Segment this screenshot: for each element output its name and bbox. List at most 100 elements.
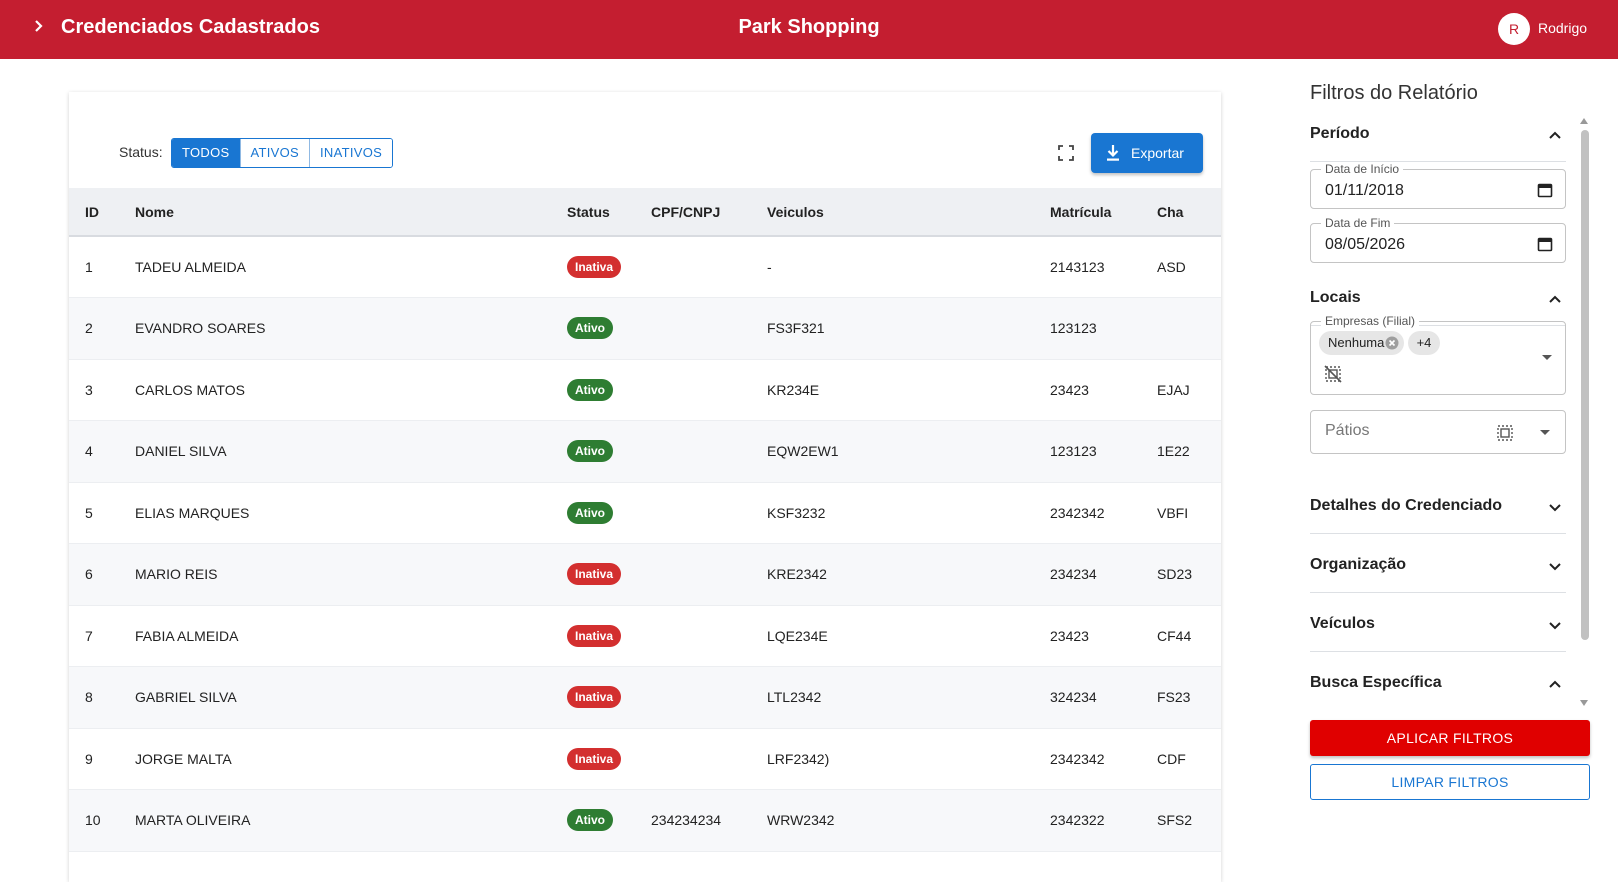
chevron-up-icon bbox=[1549, 680, 1561, 688]
clear-filters-button[interactable]: LIMPAR FILTROS bbox=[1310, 764, 1590, 800]
cell-nome: JORGE MALTA bbox=[135, 728, 567, 790]
export-label: Exportar bbox=[1131, 145, 1184, 161]
deselect-all-icon[interactable] bbox=[1323, 364, 1343, 384]
section-periodo[interactable]: Período bbox=[1310, 112, 1566, 162]
status-badge: Ativo bbox=[567, 501, 613, 524]
chip-remove-icon[interactable] bbox=[1385, 336, 1399, 350]
cell-id: 3 bbox=[69, 359, 135, 421]
fullscreen-icon[interactable] bbox=[1056, 143, 1076, 163]
avatar[interactable]: R bbox=[1498, 13, 1530, 45]
table-row[interactable]: 5 ELIAS MARQUES Ativo KSF3232 2342342 VBFI bbox=[69, 482, 1221, 544]
section-organizacao[interactable]: Organização bbox=[1310, 543, 1566, 593]
table-row[interactable]: 4 DANIEL SILVA Ativo EQW2EW1 123123 1E22 bbox=[69, 420, 1221, 483]
table-row[interactable]: 1 TADEU ALMEIDA Inativa -2143123 ASD bbox=[69, 236, 1221, 298]
table-row[interactable]: 7 FABIA ALMEIDA Inativa LQE234E 23423 CF44 bbox=[69, 605, 1221, 667]
cell-status: Inativa bbox=[567, 605, 651, 667]
section-veiculos[interactable]: Veículos bbox=[1310, 602, 1566, 652]
cell-status: Inativa bbox=[567, 236, 651, 298]
empresas-select[interactable]: Empresas (Filial) Nenhuma +4 bbox=[1310, 314, 1566, 395]
calendar-icon[interactable] bbox=[1537, 236, 1553, 252]
empresa-chip[interactable]: Nenhuma bbox=[1319, 331, 1404, 355]
cell-matricula: 23423 bbox=[1050, 605, 1157, 667]
column-header-nome[interactable]: Nome bbox=[135, 188, 567, 237]
toggle-inativos[interactable]: INATIVOS bbox=[310, 139, 393, 167]
chevron-up-icon bbox=[1549, 295, 1561, 303]
cell-matricula: 123123 bbox=[1050, 297, 1157, 360]
empresas-label: Empresas (Filial) bbox=[1321, 314, 1420, 328]
toggle-ativos[interactable]: ATIVOS bbox=[240, 139, 311, 167]
dropdown-arrow-icon[interactable] bbox=[1541, 354, 1553, 362]
apply-filters-button[interactable]: APLICAR FILTROS bbox=[1310, 720, 1590, 756]
status-badge: Inativa bbox=[567, 686, 622, 709]
cell-id: 8 bbox=[69, 666, 135, 729]
cell-cpf bbox=[651, 420, 767, 483]
scrollbar-thumb[interactable] bbox=[1581, 130, 1589, 640]
patios-select[interactable]: Pátios bbox=[1310, 410, 1566, 454]
section-busca[interactable]: Busca Específica bbox=[1310, 661, 1566, 708]
cell-veiculos: FS3F321 bbox=[767, 297, 1050, 360]
cell-nome: MARIO REIS bbox=[135, 543, 567, 606]
column-header-chave[interactable]: Cha bbox=[1157, 188, 1221, 237]
cell-cpf bbox=[651, 605, 767, 667]
table-row[interactable]: 9 JORGE MALTA Inativa LRF2342) 2342342 CDF bbox=[69, 728, 1221, 790]
column-header-status[interactable]: Status bbox=[567, 188, 651, 237]
cell-id: 1 bbox=[69, 236, 135, 298]
cell-nome: TADEU ALMEIDA bbox=[135, 236, 567, 298]
end-date-field[interactable]: Data de Fim 08/05/2026 bbox=[1310, 216, 1566, 263]
cell-nome: MARTA OLIVEIRA bbox=[135, 789, 567, 852]
column-header-matricula[interactable]: Matrícula bbox=[1050, 188, 1157, 237]
table-row[interactable]: 8 GABRIEL SILVA Inativa LTL2342 324234 FS23 bbox=[69, 666, 1221, 729]
cell-matricula: 234234 bbox=[1050, 543, 1157, 606]
table-row[interactable]: 10 MARTA OLIVEIRA Ativo 234234234 WRW2342 234… bbox=[69, 789, 1221, 852]
status-badge: Inativa bbox=[567, 563, 622, 586]
cell-nome: FABIA ALMEIDA bbox=[135, 605, 567, 667]
column-header-veiculos[interactable]: Veiculos bbox=[767, 188, 1050, 237]
report-card: Status: TODOS ATIVOS INATIVOS Exportar I… bbox=[69, 92, 1221, 882]
status-filter-label: Status: bbox=[119, 144, 163, 160]
dropdown-arrow-icon[interactable] bbox=[1539, 429, 1551, 437]
calendar-icon[interactable] bbox=[1537, 182, 1553, 198]
patios-placeholder: Pátios bbox=[1325, 422, 1370, 439]
start-date-label: Data de Início bbox=[1321, 162, 1404, 176]
table-row[interactable]: 6 MARIO REIS Inativa KRE2342 234234 SD23 bbox=[69, 543, 1221, 606]
more-chip[interactable]: +4 bbox=[1408, 331, 1440, 355]
cell-id: 7 bbox=[69, 605, 135, 667]
column-header-cpf[interactable]: CPF/CNPJ bbox=[651, 188, 767, 237]
status-badge: Ativo bbox=[567, 317, 613, 340]
user-name[interactable]: Rodrigo bbox=[1538, 20, 1587, 36]
cell-id: 5 bbox=[69, 482, 135, 544]
scroll-down-icon[interactable] bbox=[1580, 700, 1588, 706]
cell-matricula: 2143123 bbox=[1050, 236, 1157, 298]
cell-cpf bbox=[651, 543, 767, 606]
cell-chave: SD23 bbox=[1157, 543, 1221, 606]
start-date-field[interactable]: Data de Início 01/11/2018 bbox=[1310, 162, 1566, 209]
cell-matricula: 23423 bbox=[1050, 359, 1157, 421]
table-row-partial bbox=[69, 851, 1221, 882]
empresa-chip-label: Nenhuma bbox=[1328, 335, 1385, 350]
cell-id: 6 bbox=[69, 543, 135, 606]
app-bar: Credenciados Cadastrados Park Shopping R… bbox=[0, 0, 1618, 59]
table-row[interactable]: 3 CARLOS MATOS Ativo KR234E 23423 EJAJ bbox=[69, 359, 1221, 421]
select-all-icon[interactable] bbox=[1495, 423, 1515, 443]
cell-matricula: 2342342 bbox=[1050, 728, 1157, 790]
section-organizacao-label: Organização bbox=[1310, 556, 1407, 573]
cell-veiculos: KRE2342 bbox=[767, 543, 1050, 606]
cell-status: Ativo bbox=[567, 359, 651, 421]
cell-chave: EJAJ bbox=[1157, 359, 1221, 421]
toggle-todos[interactable]: TODOS bbox=[172, 139, 241, 167]
cell-veiculos: EQW2EW1 bbox=[767, 420, 1050, 483]
export-button[interactable]: Exportar bbox=[1091, 133, 1203, 173]
scroll-up-icon[interactable] bbox=[1580, 118, 1588, 124]
cell-nome: GABRIEL SILVA bbox=[135, 666, 567, 729]
section-detalhes[interactable]: Detalhes do Credenciado bbox=[1310, 484, 1566, 534]
section-veiculos-label: Veículos bbox=[1310, 615, 1375, 632]
status-badge: Ativo bbox=[567, 378, 613, 401]
cell-id: 4 bbox=[69, 420, 135, 483]
cell-id: 2 bbox=[69, 297, 135, 360]
filters-scroll-area: Período Data de Início 01/11/2018 Data d… bbox=[1310, 112, 1576, 708]
section-locais-label: Locais bbox=[1310, 289, 1361, 306]
column-header-id[interactable]: ID bbox=[69, 188, 135, 237]
table-row[interactable]: 2 EVANDRO SOARES Ativo FS3F321 123123 bbox=[69, 297, 1221, 360]
cell-matricula: 324234 bbox=[1050, 666, 1157, 729]
cell-status: Ativo bbox=[567, 420, 651, 483]
